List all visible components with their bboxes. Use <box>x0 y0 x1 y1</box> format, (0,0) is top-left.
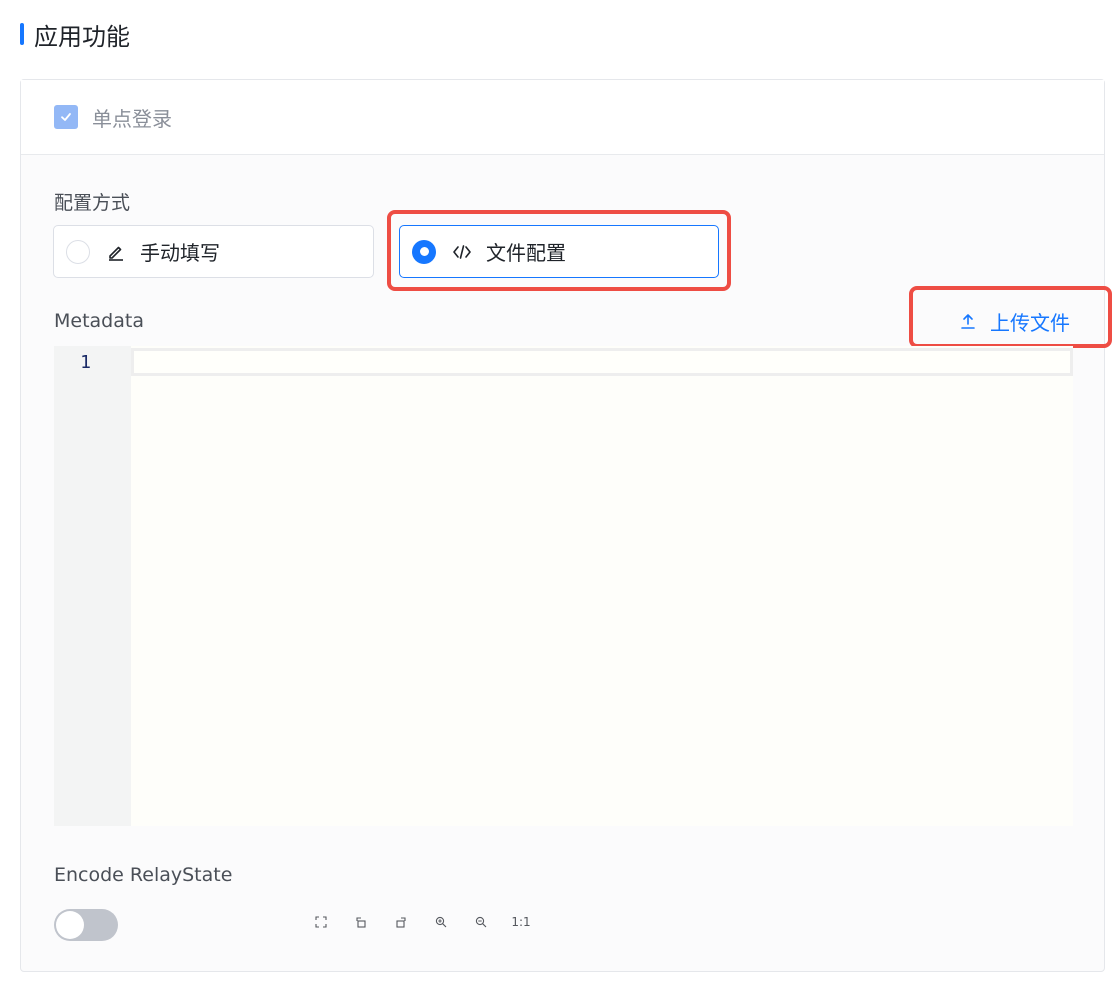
reset-zoom-button[interactable]: 1:1 <box>511 912 531 932</box>
option-manual-fill[interactable]: 手动填写 <box>53 225 374 278</box>
sso-checkbox[interactable] <box>54 105 78 129</box>
rotate-left-icon[interactable] <box>351 912 371 932</box>
config-method-label: 配置方式 <box>54 192 131 214</box>
sso-header: 单点登录 <box>21 80 1104 155</box>
editor-active-line[interactable] <box>131 348 1073 376</box>
metadata-label: Metadata <box>54 310 144 332</box>
highlight-file-config <box>387 210 731 291</box>
rotate-right-icon[interactable] <box>391 912 411 932</box>
editor-gutter: 1 <box>54 346 131 826</box>
radio-manual[interactable] <box>66 239 90 264</box>
section-header: 应用功能 <box>20 18 130 51</box>
zoom-in-icon[interactable] <box>431 912 451 932</box>
zoom-out-icon[interactable] <box>471 912 491 932</box>
fullscreen-icon[interactable] <box>311 912 331 932</box>
highlight-upload <box>909 286 1112 348</box>
reset-zoom-label: 1:1 <box>511 915 531 929</box>
encode-relaystate-label: Encode RelayState <box>54 864 233 886</box>
image-toolbar: 1:1 <box>311 912 551 932</box>
section-title: 应用功能 <box>34 22 130 51</box>
section-accent-bar <box>20 23 24 45</box>
option-manual-label: 手动填写 <box>140 241 220 265</box>
encode-relaystate-switch[interactable] <box>54 909 118 941</box>
pencil-icon <box>106 242 126 262</box>
feature-card: 单点登录 配置方式 手动填写 文件配置 Metadata 上传文件 1 Enco… <box>20 79 1112 972</box>
check-icon <box>61 113 71 121</box>
metadata-editor[interactable]: 1 <box>54 346 1073 826</box>
switch-knob <box>56 911 84 939</box>
sso-label: 单点登录 <box>92 106 172 131</box>
line-number: 1 <box>80 352 91 373</box>
